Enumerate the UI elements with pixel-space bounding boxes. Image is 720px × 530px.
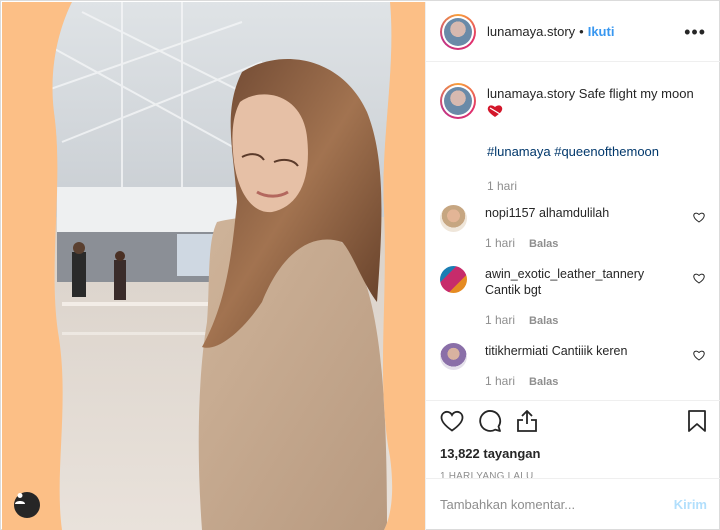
post-dialog: lunamaya.story • Ikuti ••• lunamaya.stor…	[0, 0, 720, 530]
view-count[interactable]: 13,822 tayangan	[440, 446, 707, 461]
comment-text: Cantiiik keren	[551, 344, 628, 358]
comment-time[interactable]: 1 hari	[485, 236, 515, 250]
author-avatar[interactable]	[440, 13, 476, 50]
comment-item: awin_exotic_leather_tannery Cantik bgt 1…	[440, 266, 705, 329]
comment-text: Cantik bgt	[485, 283, 542, 297]
comment-icon[interactable]	[478, 409, 502, 436]
like-comment-icon[interactable]	[693, 272, 705, 287]
comment-composer: Kirim	[426, 478, 720, 530]
save-bookmark-icon[interactable]	[687, 409, 707, 436]
post-comment-button[interactable]: Kirim	[674, 497, 707, 512]
comment-time[interactable]: 1 hari	[485, 313, 515, 327]
comment-username[interactable]: titikhermiati	[485, 344, 548, 358]
heart-emoji-icon	[487, 104, 503, 123]
caption-time[interactable]: 1 hari	[487, 177, 705, 195]
share-icon[interactable]	[516, 409, 538, 436]
comments-list: lunamaya.story Safe flight my moon #luna…	[426, 63, 720, 400]
like-comment-icon[interactable]	[693, 211, 705, 226]
caption-text: Safe flight my moon	[578, 86, 694, 101]
comment-username[interactable]: nopi1157	[485, 206, 536, 220]
post-video[interactable]	[2, 2, 425, 530]
comment-input[interactable]	[440, 497, 674, 512]
reply-button[interactable]: Balas	[529, 315, 558, 327]
tagged-users-icon[interactable]	[14, 492, 40, 518]
author-username[interactable]: lunamaya.story	[487, 24, 575, 39]
comment-text: alhamdulilah	[539, 206, 610, 220]
caption: lunamaya.story Safe flight my moon #luna…	[440, 63, 705, 195]
like-comment-icon[interactable]	[693, 349, 705, 364]
comment-time[interactable]: 1 hari	[485, 374, 515, 388]
like-icon[interactable]	[440, 410, 464, 435]
comment-avatar[interactable]	[440, 205, 467, 232]
caption-avatar[interactable]	[440, 83, 476, 119]
comment-avatar[interactable]	[440, 343, 467, 370]
caption-username[interactable]: lunamaya.story	[487, 86, 575, 101]
post-sidebar: lunamaya.story • Ikuti ••• lunamaya.stor…	[425, 2, 720, 530]
reply-button[interactable]: Balas	[529, 238, 558, 250]
more-options-icon[interactable]: •••	[684, 23, 706, 41]
comment-username[interactable]: awin_exotic_leather_tannery	[485, 266, 685, 282]
post-header: lunamaya.story • Ikuti •••	[426, 2, 720, 62]
video-frame	[52, 2, 393, 530]
separator-dot: •	[579, 24, 584, 39]
comment-item: titikhermiati Cantiiik keren 1 hari Balas	[440, 343, 705, 390]
caption-hashtags[interactable]: #lunamaya #queenofthemoon	[487, 143, 705, 161]
follow-button[interactable]: Ikuti	[588, 24, 615, 39]
reply-button[interactable]: Balas	[529, 376, 558, 388]
comment-avatar[interactable]	[440, 266, 467, 293]
comment-item: nopi1157 alhamdulilah 1 hari Balas	[440, 205, 705, 252]
post-actions: 13,822 tayangan 1 HARI YANG LALU	[426, 400, 720, 482]
